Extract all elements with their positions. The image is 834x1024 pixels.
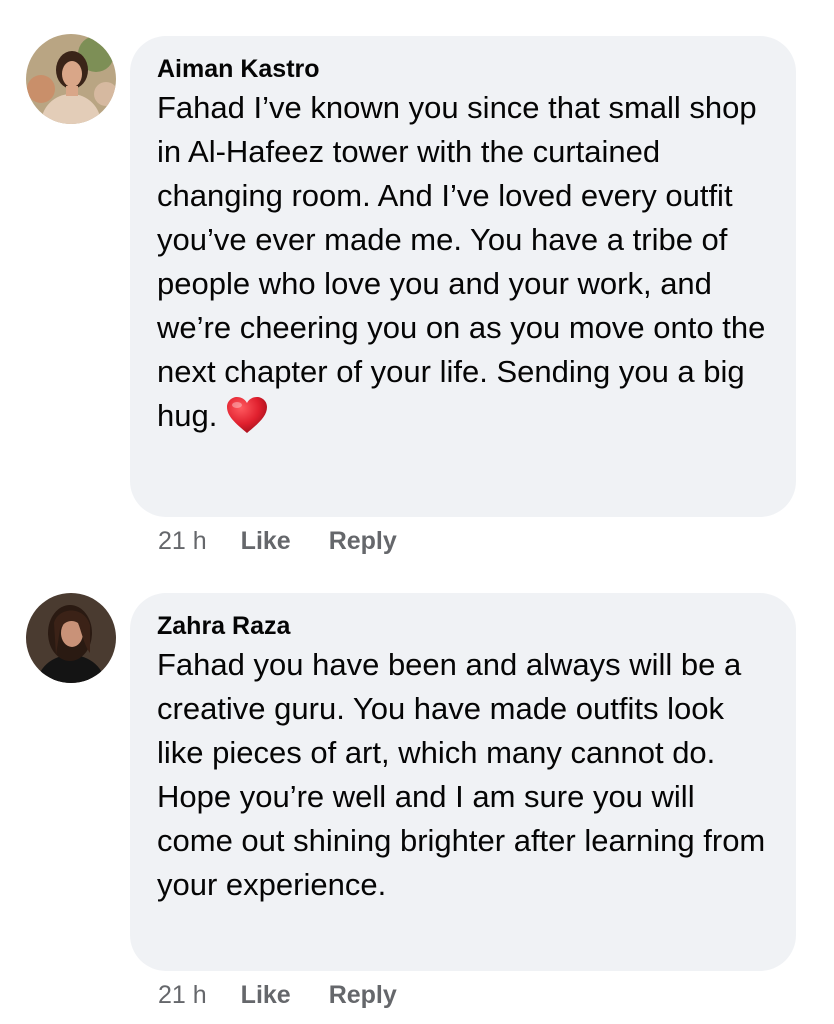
- avatar-photo-zahra: [26, 593, 116, 683]
- heart-icon: [225, 395, 269, 435]
- like-button[interactable]: Like: [241, 526, 291, 556]
- comment-author[interactable]: Aiman Kastro: [157, 54, 770, 84]
- avatar[interactable]: [26, 34, 116, 124]
- comment-timestamp[interactable]: 21 h: [158, 526, 207, 556]
- comment-bubble: Zahra Raza Fahad you have been and alway…: [130, 593, 796, 971]
- comment-actions: 21 h Like Reply: [158, 526, 435, 556]
- avatar-photo-aiman: [26, 34, 116, 124]
- comment-author[interactable]: Zahra Raza: [157, 611, 770, 641]
- comment-timestamp[interactable]: 21 h: [158, 980, 207, 1010]
- like-button[interactable]: Like: [241, 980, 291, 1010]
- comment-text: Fahad I’ve known you since that small sh…: [157, 86, 770, 438]
- comment-bubble: Aiman Kastro Fahad I’ve known you since …: [130, 36, 796, 517]
- comment-body: Fahad I’ve known you since that small sh…: [157, 90, 766, 433]
- comment-actions: 21 h Like Reply: [158, 980, 435, 1010]
- avatar[interactable]: [26, 593, 116, 683]
- reply-button[interactable]: Reply: [329, 526, 397, 556]
- comment-body: Fahad you have been and always will be a…: [157, 647, 766, 902]
- reply-button[interactable]: Reply: [329, 980, 397, 1010]
